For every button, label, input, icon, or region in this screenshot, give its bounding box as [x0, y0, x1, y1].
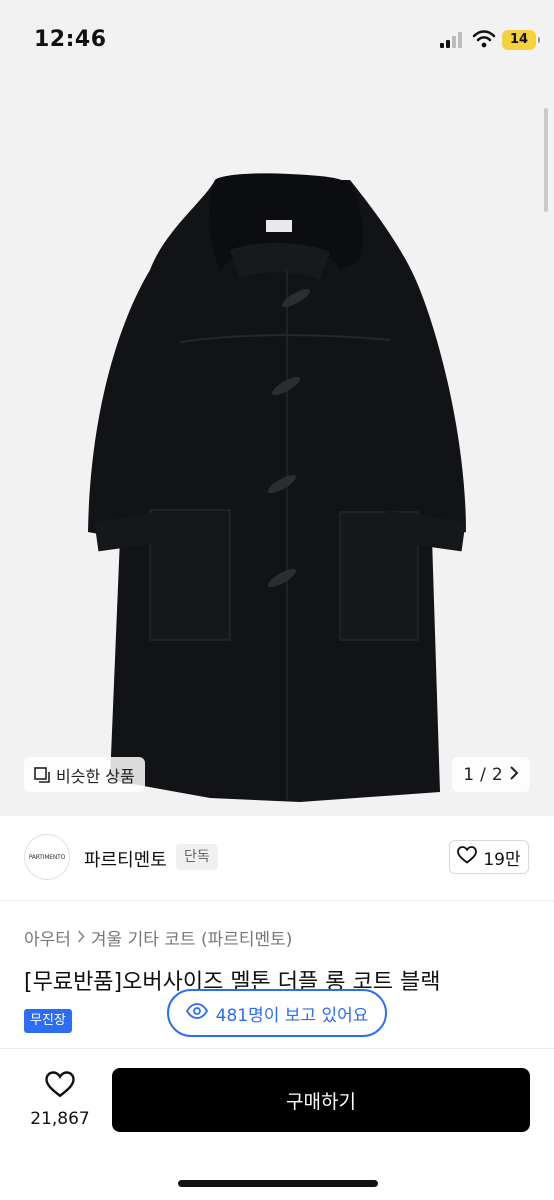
- wishlist-button[interactable]: 21,867: [24, 1071, 96, 1135]
- exclusive-badge: 단독: [176, 844, 218, 870]
- chevron-right-icon: [509, 765, 519, 785]
- page-separator: /: [480, 764, 486, 785]
- scroll-indicator: [544, 108, 548, 212]
- heart-icon: [457, 845, 478, 869]
- breadcrumb-category[interactable]: 아우터: [24, 925, 71, 950]
- status-bar: 12:46 14: [0, 0, 554, 80]
- breadcrumb[interactable]: 아우터 겨울 기타 코트 (파르티멘토): [24, 925, 292, 950]
- seller-row[interactable]: PARTIMENTO 파르티멘토 단독 19만: [0, 816, 554, 900]
- status-time: 12:46: [34, 27, 107, 52]
- similar-products-label: 비슷한 상품: [56, 766, 135, 786]
- cellular-signal-icon: [440, 32, 466, 48]
- heart-icon: [45, 1071, 75, 1102]
- chevron-right-icon: [77, 929, 85, 947]
- buy-button[interactable]: 구매하기: [112, 1068, 530, 1132]
- product-image-gallery[interactable]: 비슷한 상품 1 / 2: [0, 0, 554, 816]
- home-indicator: [178, 1180, 378, 1187]
- viewer-count-pill: 481명이 보고 있어요: [167, 989, 387, 1037]
- wishlist-count: 21,867: [30, 1109, 90, 1129]
- seller-avatar[interactable]: PARTIMENTO: [24, 834, 70, 880]
- seller-name[interactable]: 파르티멘토: [84, 846, 167, 872]
- divider: [0, 900, 554, 901]
- image-page-indicator[interactable]: 1 / 2: [452, 757, 530, 792]
- eye-icon: [185, 1002, 208, 1024]
- viewer-count-text: 481명이 보고 있어요: [215, 1005, 369, 1026]
- wifi-icon: [472, 30, 496, 48]
- page-current: 1: [463, 764, 475, 785]
- breadcrumb-subcategory[interactable]: 겨울 기타 코트 (파르티멘토): [91, 925, 293, 950]
- battery-icon: 14: [502, 30, 540, 50]
- coat-product-image: [88, 173, 466, 802]
- page-total: 2: [491, 764, 503, 785]
- copy-icon: [34, 766, 50, 783]
- product-tag: 무진장: [24, 1009, 72, 1033]
- seller-like-button[interactable]: 19만: [449, 840, 529, 874]
- bottom-action-bar: 21,867 구매하기: [0, 1048, 554, 1200]
- seller-like-count: 19만: [483, 849, 521, 870]
- similar-products-button[interactable]: 비슷한 상품: [24, 757, 145, 792]
